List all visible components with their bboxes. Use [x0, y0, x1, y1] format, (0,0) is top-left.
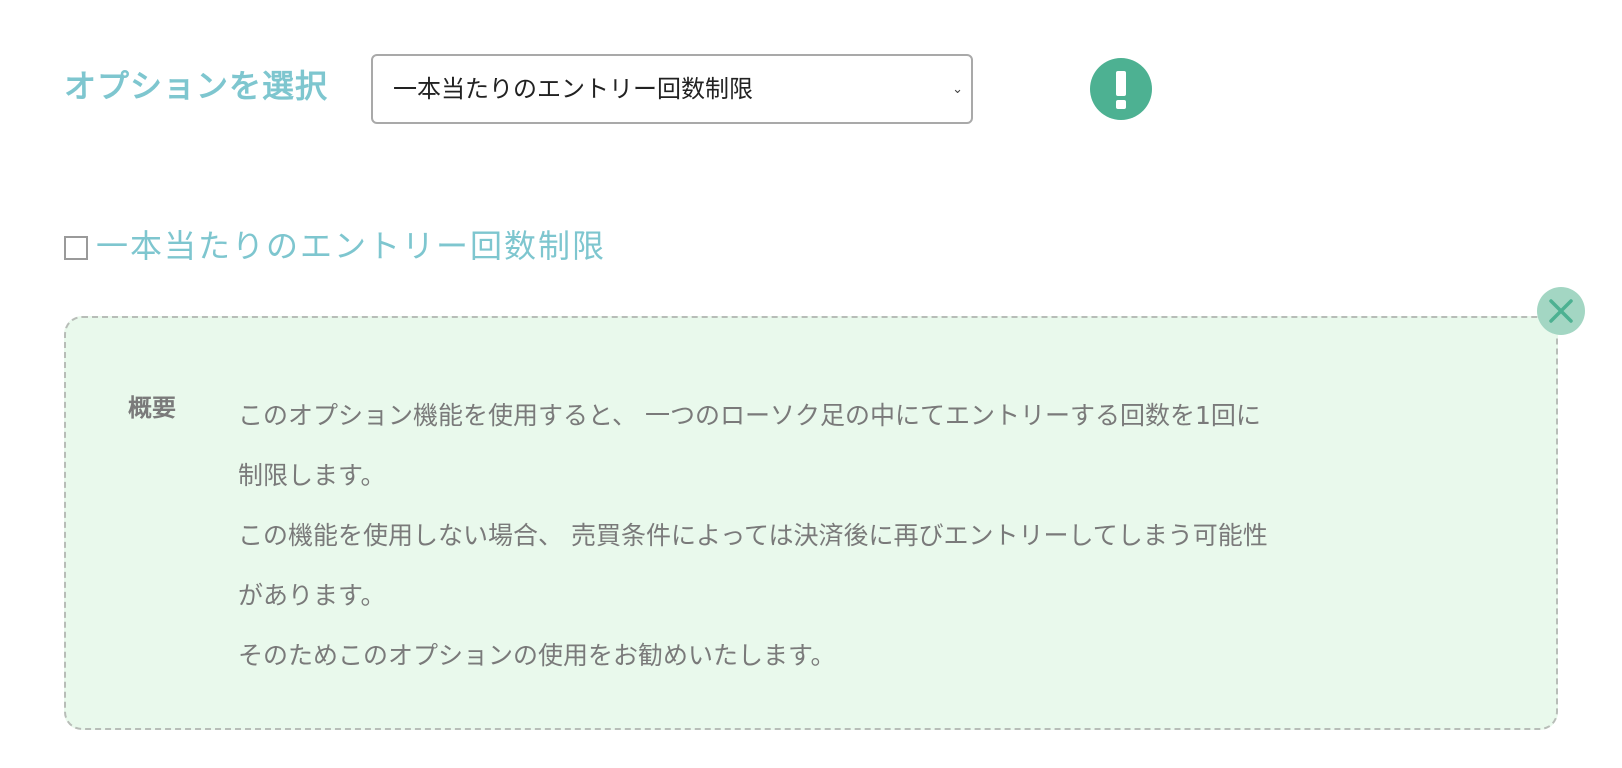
- option-select-value: 一本当たりのエントリー回数制限: [393, 75, 753, 103]
- overview-line: この機能を使用しない場合、 売買条件によっては決済後に再びエントリーしてしまう可…: [238, 521, 1268, 550]
- overview-line: このオプション機能を使用すると、 一つのローソク足の中にてエントリーする回数を1…: [238, 401, 1261, 430]
- option-select-label: オプションを選択: [64, 67, 329, 105]
- exclamation-icon: [1090, 58, 1152, 120]
- option-row: 一本当たりのエントリー回数制限: [64, 222, 606, 266]
- overview-heading: 概要: [128, 394, 176, 422]
- info-panel: 概要 このオプション機能を使用すると、 一つのローソク足の中にてエントリーする回…: [64, 316, 1558, 730]
- overview-line: があります。: [238, 581, 386, 610]
- close-button[interactable]: [1537, 287, 1585, 335]
- option-checkbox[interactable]: [64, 236, 88, 260]
- overview-line: 制限します。: [238, 461, 386, 490]
- page: オプションを選択 一本当たりのエントリー回数制限 ⌄ 一本当たりのエントリー回数…: [0, 0, 1622, 768]
- close-icon: [1549, 299, 1573, 323]
- option-label[interactable]: 一本当たりのエントリー回数制限: [96, 221, 606, 267]
- overview-body: このオプション機能を使用すると、 一つのローソク足の中にてエントリーする回数を1…: [238, 386, 1478, 686]
- option-select[interactable]: 一本当たりのエントリー回数制限 ⌄: [371, 54, 973, 124]
- chevron-down-icon: ⌄: [952, 82, 963, 97]
- overview-line: そのためこのオプションの使用をお勧めいたします。: [238, 641, 836, 670]
